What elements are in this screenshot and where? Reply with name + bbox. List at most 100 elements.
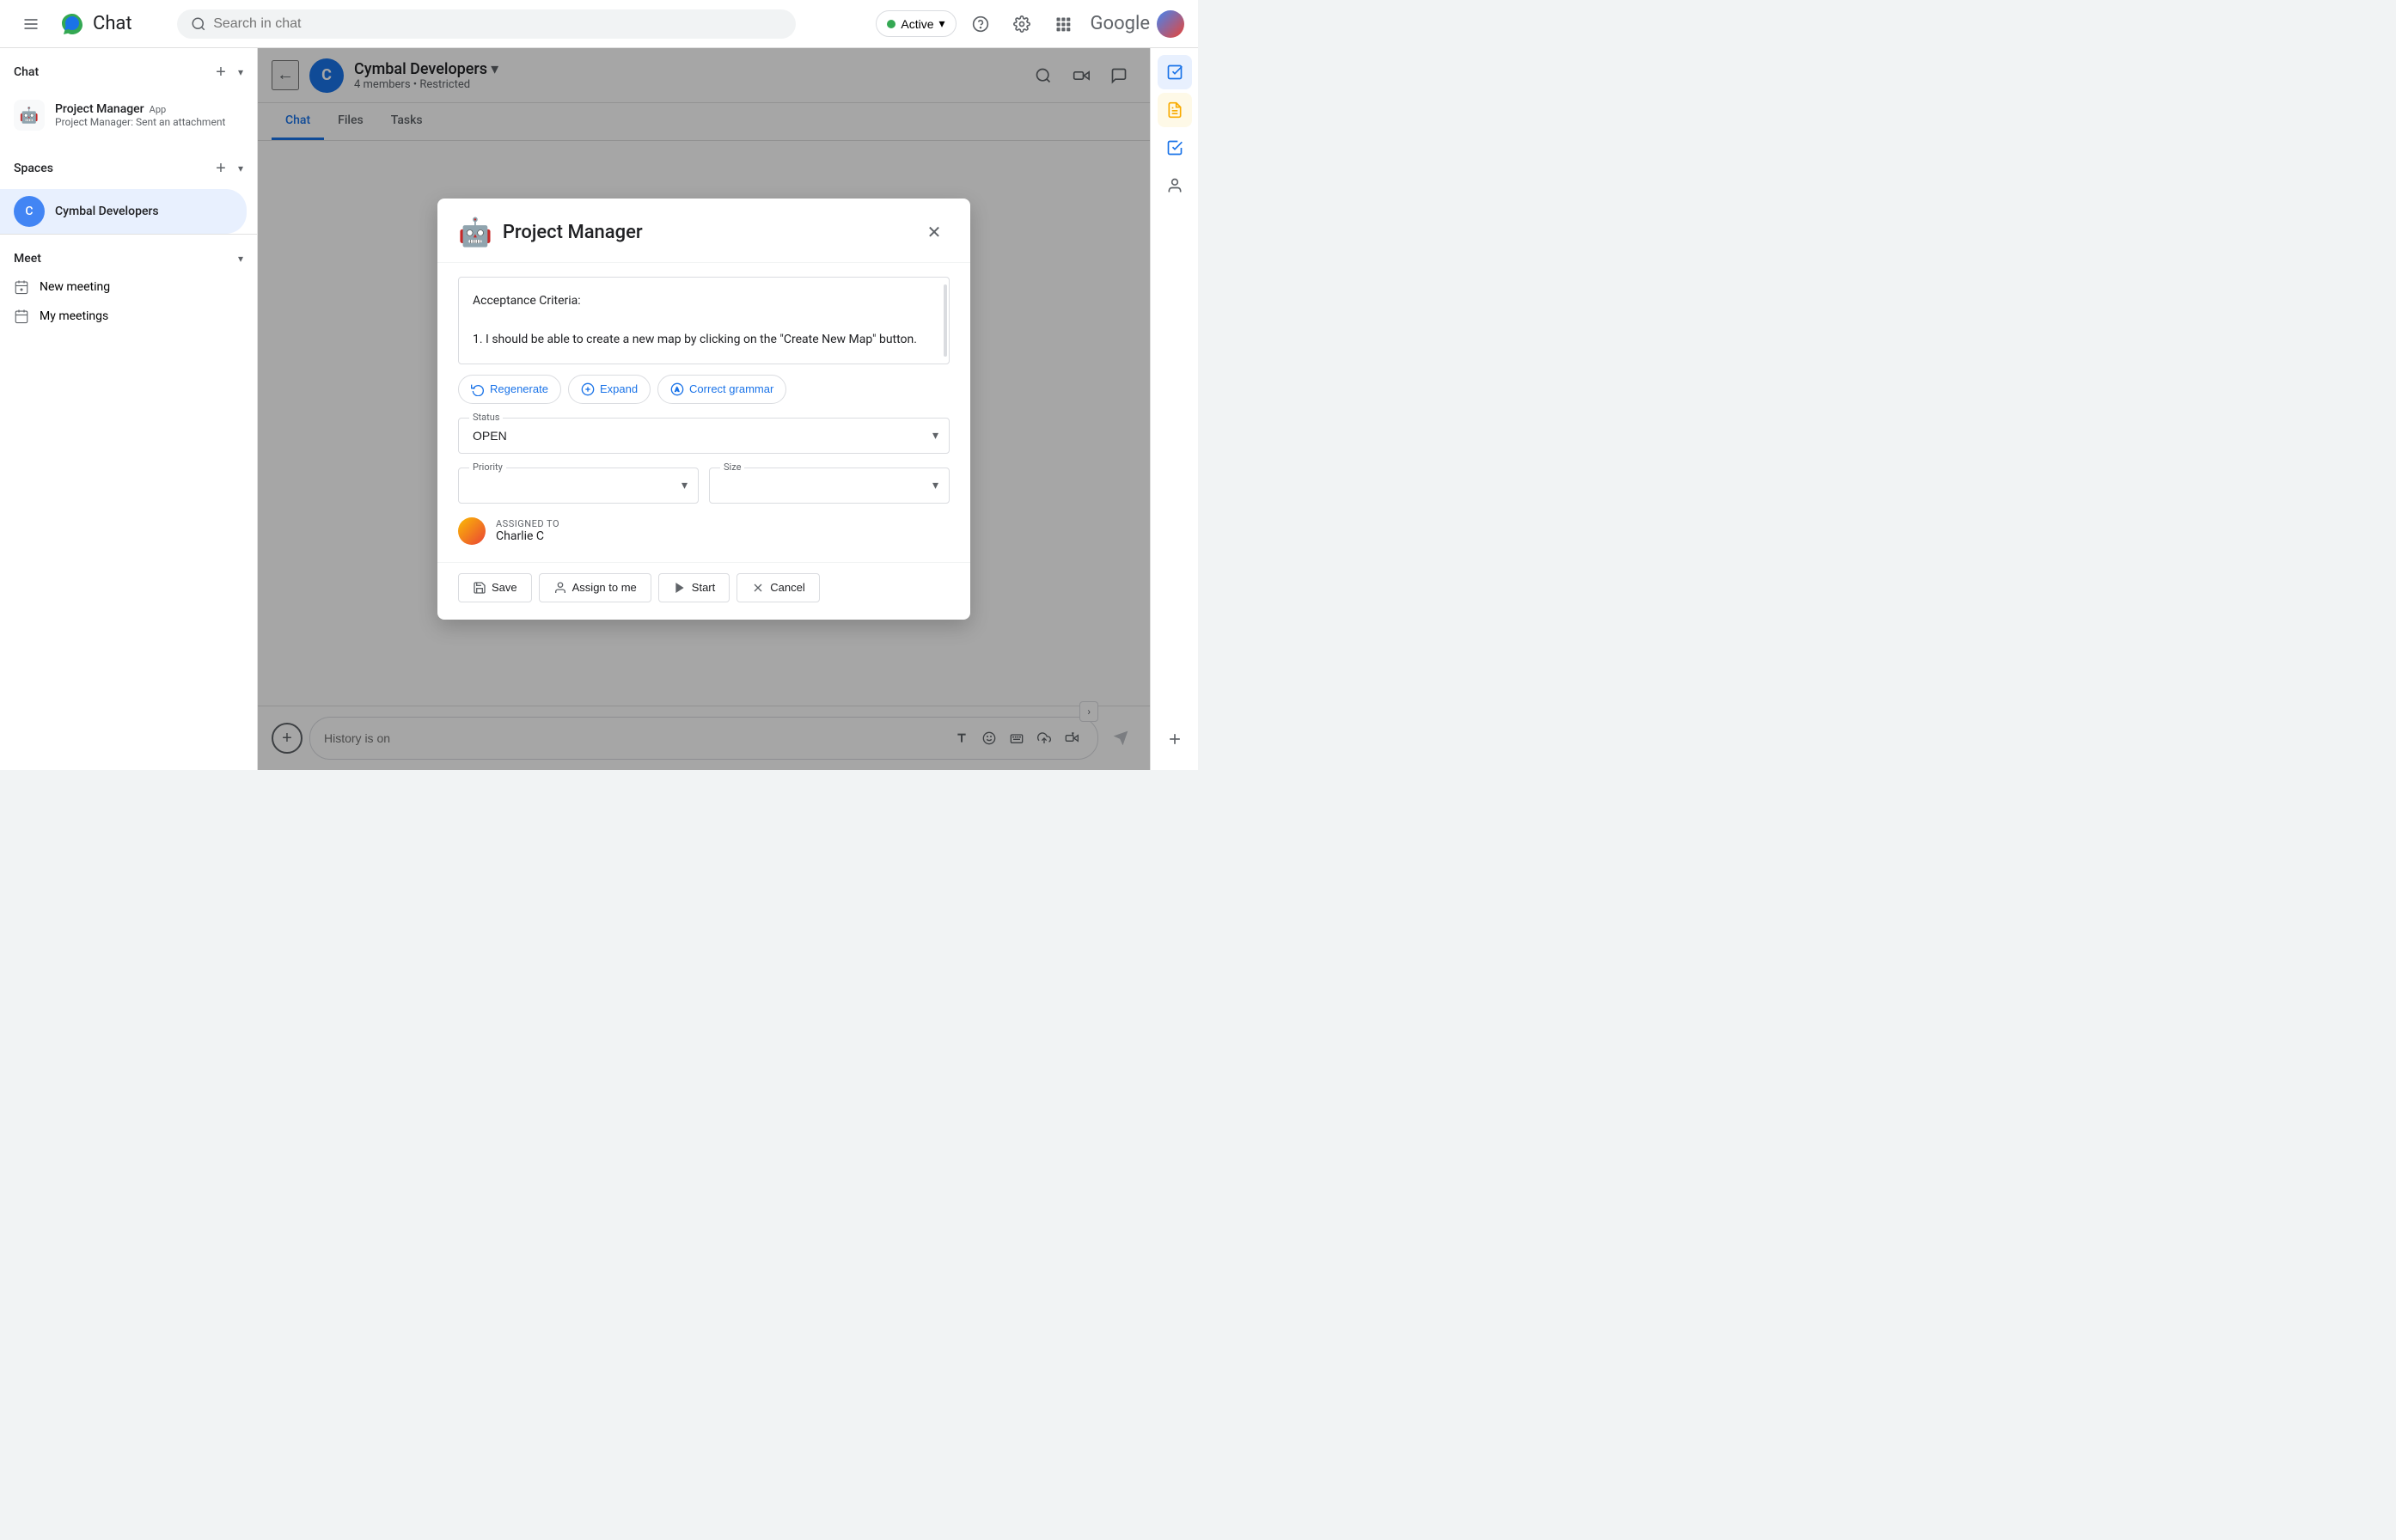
correct-grammar-icon: A [670, 382, 684, 396]
search-icon [191, 16, 206, 32]
right-panel-add-button[interactable] [1158, 722, 1192, 756]
spaces-section-arrow: ▾ [238, 162, 243, 174]
menu-icon[interactable] [14, 7, 48, 41]
size-select[interactable]: XS S M L XL [724, 472, 935, 496]
assigned-to-name: Charlie C [496, 529, 559, 543]
regenerate-icon [471, 382, 485, 396]
add-panel-icon [1166, 730, 1183, 748]
modal-close-button[interactable]: ✕ [919, 217, 950, 248]
regenerate-button[interactable]: Regenerate [458, 375, 561, 404]
status-label: Active [901, 17, 933, 31]
priority-size-row: Priority LOW MEDIUM HIGH CRITICAL ▾ [458, 468, 950, 504]
ai-buttons: Regenerate Expand [458, 375, 950, 404]
assigned-to-label: ASSIGNED TO [496, 518, 559, 529]
meet-section-arrow: ▾ [238, 253, 243, 265]
search-input[interactable] [213, 16, 782, 32]
priority-wrapper: Priority LOW MEDIUM HIGH CRITICAL ▾ [458, 468, 699, 504]
main-layout: Chat + ▾ 🤖 Project Manager App Project M… [0, 48, 1198, 770]
assignee-avatar [458, 517, 486, 545]
expand-label: Expand [600, 382, 638, 395]
apps-icon [1054, 15, 1072, 33]
cancel-button[interactable]: Cancel [737, 573, 819, 602]
tasks-icon [1166, 64, 1183, 81]
chat-section-header[interactable]: Chat + ▾ [0, 48, 257, 93]
status-select[interactable]: OPEN IN PROGRESS DONE CLOSED [473, 422, 935, 446]
spaces-section-header[interactable]: Spaces + ▾ [0, 144, 257, 189]
status-wrapper: Status OPEN IN PROGRESS DONE CLOSED ▾ [458, 418, 950, 454]
top-bar-right: Active ▾ [876, 7, 1184, 41]
search-box[interactable] [177, 9, 796, 39]
new-meeting-icon [14, 279, 29, 295]
new-space-button[interactable]: + [207, 155, 235, 182]
assign-to-me-label: Assign to me [572, 581, 637, 594]
modal-scrollbar [944, 284, 947, 356]
settings-button[interactable] [1005, 7, 1039, 41]
modal-footer: Save Assign to me Start [437, 562, 970, 620]
status-field: Status OPEN IN PROGRESS DONE CLOSED ▾ [458, 418, 950, 454]
apps-button[interactable] [1046, 7, 1080, 41]
search-container [177, 9, 796, 39]
google-logo: Google [1091, 13, 1150, 34]
modal-body: Acceptance Criteria: 1. I should be able… [437, 263, 970, 561]
project-manager-preview: Project Manager: Sent an attachment [55, 116, 233, 128]
app-logo: Chat [58, 10, 132, 38]
meet-section: Meet ▾ New meeting [0, 234, 257, 338]
top-bar: Chat Active ▾ [0, 0, 1198, 48]
assign-to-me-button[interactable]: Assign to me [539, 573, 651, 602]
modal-overlay: 🤖 Project Manager ✕ Acceptance Criteria:… [258, 48, 1150, 770]
contacts-icon [1166, 177, 1183, 194]
assigned-info: ASSIGNED TO Charlie C [496, 518, 559, 543]
modal-title: Project Manager [503, 222, 908, 243]
sidebar-item-my-meetings[interactable]: My meetings [0, 302, 257, 331]
size-wrapper: Size XS S M L XL ▾ [709, 468, 950, 504]
meet-section-label: Meet [14, 252, 41, 266]
notes-icon [1166, 101, 1183, 119]
acceptance-criteria-text: Acceptance Criteria: 1. I should be able… [473, 291, 935, 349]
sidebar-item-new-meeting[interactable]: New meeting [0, 272, 257, 302]
cymbal-developers-name: Cymbal Developers [55, 205, 233, 218]
right-panel-checklist-icon[interactable] [1158, 131, 1192, 165]
cymbal-developers-avatar: C [14, 196, 45, 227]
right-panel-notes-icon[interactable] [1158, 93, 1192, 127]
status-dropdown-icon: ▾ [939, 16, 945, 31]
svg-text:A: A [675, 387, 679, 393]
status-button[interactable]: Active ▾ [876, 10, 956, 37]
modal-header: 🤖 Project Manager ✕ [437, 199, 970, 263]
save-button[interactable]: Save [458, 573, 532, 602]
my-meetings-label: My meetings [40, 309, 108, 323]
cancel-label: Cancel [770, 581, 804, 594]
chat-section-label: Chat [14, 65, 39, 79]
cymbal-developers-text: Cymbal Developers [55, 205, 233, 218]
sidebar-item-cymbal-developers[interactable]: C Cymbal Developers [0, 189, 247, 234]
regenerate-label: Regenerate [490, 382, 548, 395]
priority-select[interactable]: LOW MEDIUM HIGH CRITICAL [473, 472, 684, 496]
status-label: Status [469, 412, 503, 423]
right-panel-tasks-icon[interactable] [1158, 55, 1192, 89]
new-chat-button[interactable]: + [207, 58, 235, 86]
status-dot [887, 20, 895, 28]
start-icon [673, 581, 687, 595]
start-label: Start [692, 581, 715, 594]
correct-grammar-button[interactable]: A Correct grammar [657, 375, 786, 404]
user-avatar[interactable] [1157, 10, 1184, 38]
app-name-label: Chat [93, 13, 132, 34]
start-button[interactable]: Start [658, 573, 730, 602]
chat-logo-icon [58, 10, 86, 38]
help-button[interactable] [963, 7, 998, 41]
modal-content-text: Acceptance Criteria: 1. I should be able… [458, 277, 950, 364]
project-manager-name: Project Manager [55, 102, 144, 116]
meet-section-header[interactable]: Meet ▾ [0, 241, 257, 272]
assign-to-me-icon [553, 581, 567, 595]
save-icon [473, 581, 486, 595]
size-label: Size [720, 461, 744, 473]
save-label: Save [492, 581, 517, 594]
help-icon [972, 15, 989, 33]
expand-button[interactable]: Expand [568, 375, 651, 404]
assigned-section: ASSIGNED TO Charlie C [458, 517, 950, 545]
sidebar-item-project-manager[interactable]: 🤖 Project Manager App Project Manager: S… [0, 93, 247, 138]
right-panel-contacts-icon[interactable] [1158, 168, 1192, 203]
spaces-section-label: Spaces [14, 162, 53, 175]
project-manager-text: Project Manager App Project Manager: Sen… [55, 102, 233, 128]
project-manager-modal: 🤖 Project Manager ✕ Acceptance Criteria:… [437, 199, 970, 619]
sidebar: Chat + ▾ 🤖 Project Manager App Project M… [0, 48, 258, 770]
